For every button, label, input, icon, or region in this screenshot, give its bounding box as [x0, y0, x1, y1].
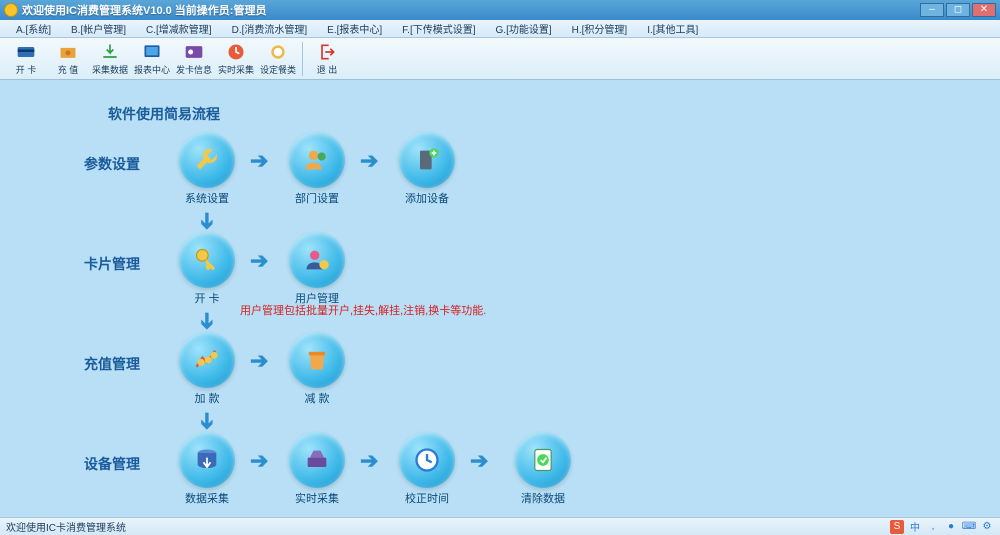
clear-icon — [529, 446, 557, 474]
section-card: 卡片管理 — [84, 254, 140, 274]
trash-icon — [303, 346, 331, 374]
node-open-card[interactable]: 开 卡 — [176, 232, 238, 306]
tool-exit[interactable]: 退 出 — [307, 40, 347, 78]
node-dept-settings[interactable]: 部门设置 — [286, 132, 348, 206]
title-bar: 欢迎使用IC消费管理系统V10.0 当前操作员:管理员 – ◻ ✕ — [0, 0, 1000, 20]
menu-system[interactable]: A.[系统] — [6, 21, 61, 36]
arrow-right-icon: ➔ — [470, 448, 488, 474]
ime-punct-icon[interactable]: , — [926, 520, 940, 534]
user-gear-icon — [303, 246, 331, 274]
node-data-collect[interactable]: 数据采集 — [176, 432, 238, 506]
tool-card-info[interactable]: 发卡信息 — [174, 40, 214, 78]
flow-title: 软件使用简易流程 — [108, 104, 220, 124]
node-clear-data[interactable]: 清除数据 — [512, 432, 574, 506]
download-icon — [100, 42, 120, 62]
arrow-right-icon: ➔ — [250, 448, 268, 474]
close-button[interactable]: ✕ — [972, 3, 996, 17]
menu-download[interactable]: F.[下传模式设置] — [392, 21, 485, 36]
key-icon — [193, 246, 221, 274]
node-add-money[interactable]: 加 款 — [176, 332, 238, 406]
node-user-mgmt[interactable]: 用户管理 — [286, 232, 348, 306]
arrow-down-icon: ➔ — [194, 312, 220, 330]
toolbar: 开 卡 充 值 采集数据 报表中心 发卡信息 实时采集 设定餐类 退 出 — [0, 38, 1000, 80]
menu-points[interactable]: H.[积分管理] — [562, 21, 638, 36]
tool-meal[interactable]: 设定餐类 — [258, 40, 298, 78]
chart-up-icon — [193, 346, 221, 374]
arrow-down-icon: ➔ — [194, 212, 220, 230]
server-plus-icon — [413, 146, 441, 174]
menu-account[interactable]: B.[帐户管理] — [61, 21, 136, 36]
data-icon — [193, 446, 221, 474]
section-recharge: 充值管理 — [84, 354, 140, 374]
arrow-right-icon: ➔ — [250, 148, 268, 174]
arrow-right-icon: ➔ — [360, 448, 378, 474]
users-icon — [303, 146, 331, 174]
node-add-device[interactable]: 添加设备 — [396, 132, 458, 206]
tool-open-card[interactable]: 开 卡 — [6, 40, 46, 78]
arrow-right-icon: ➔ — [250, 248, 268, 274]
meal-icon — [268, 42, 288, 62]
arrow-down-icon: ➔ — [194, 412, 220, 430]
money-icon — [58, 42, 78, 62]
tool-collect[interactable]: 采集数据 — [90, 40, 130, 78]
toolbar-separator — [302, 42, 303, 76]
note-user-mgmt: 用户管理包括批量开户,挂失,解挂,注销,换卡等功能. — [240, 302, 486, 318]
window-buttons: – ◻ ✕ — [920, 3, 996, 17]
minimize-button[interactable]: – — [920, 3, 944, 17]
menu-tools[interactable]: I.[其他工具] — [637, 21, 708, 36]
arrow-right-icon: ➔ — [250, 348, 268, 374]
menu-report[interactable]: E.[报表中心] — [317, 21, 392, 36]
menu-function[interactable]: G.[功能设置] — [486, 21, 562, 36]
status-text: 欢迎使用IC卡消费管理系统 — [6, 519, 126, 534]
ime-mode-icon[interactable]: 中 — [908, 520, 922, 534]
ime-settings-icon[interactable]: ⚙ — [980, 520, 994, 534]
window-title: 欢迎使用IC消费管理系统V10.0 当前操作员:管理员 — [22, 2, 920, 18]
wrench-icon — [193, 146, 221, 174]
tray-icons: S 中 , ● ⌨ ⚙ — [890, 520, 994, 534]
realtime-icon — [226, 42, 246, 62]
tool-realtime[interactable]: 实时采集 — [216, 40, 256, 78]
node-sub-money[interactable]: 减 款 — [286, 332, 348, 406]
app-icon — [4, 3, 18, 17]
menu-bar: A.[系统] B.[帐户管理] C.[增减款管理] D.[消费流水管理] E.[… — [0, 20, 1000, 38]
info-icon — [184, 42, 204, 62]
node-calibrate-time[interactable]: 校正时间 — [396, 432, 458, 506]
section-params: 参数设置 — [84, 154, 140, 174]
status-bar: 欢迎使用IC卡消费管理系统 S 中 , ● ⌨ ⚙ — [0, 517, 1000, 535]
maximize-button[interactable]: ◻ — [946, 3, 970, 17]
arrow-right-icon: ➔ — [360, 148, 378, 174]
tool-report[interactable]: 报表中心 — [132, 40, 172, 78]
scanner-icon — [303, 446, 331, 474]
ime-icon[interactable]: S — [890, 520, 904, 534]
menu-transaction[interactable]: D.[消费流水管理] — [222, 21, 318, 36]
ime-keyboard-icon[interactable]: ⌨ — [962, 520, 976, 534]
card-icon — [16, 42, 36, 62]
node-system-settings[interactable]: 系统设置 — [176, 132, 238, 206]
menu-adjust[interactable]: C.[增减款管理] — [136, 21, 222, 36]
tool-recharge[interactable]: 充 值 — [48, 40, 88, 78]
ime-shape-icon[interactable]: ● — [944, 520, 958, 534]
exit-icon — [317, 42, 337, 62]
section-device: 设备管理 — [84, 454, 140, 474]
workspace: 软件使用简易流程 参数设置 系统设置 ➔ 部门设置 ➔ 添加设备 ➔ 卡片管理 … — [0, 80, 1000, 517]
clock-icon — [413, 446, 441, 474]
report-icon — [142, 42, 162, 62]
node-realtime-collect[interactable]: 实时采集 — [286, 432, 348, 506]
